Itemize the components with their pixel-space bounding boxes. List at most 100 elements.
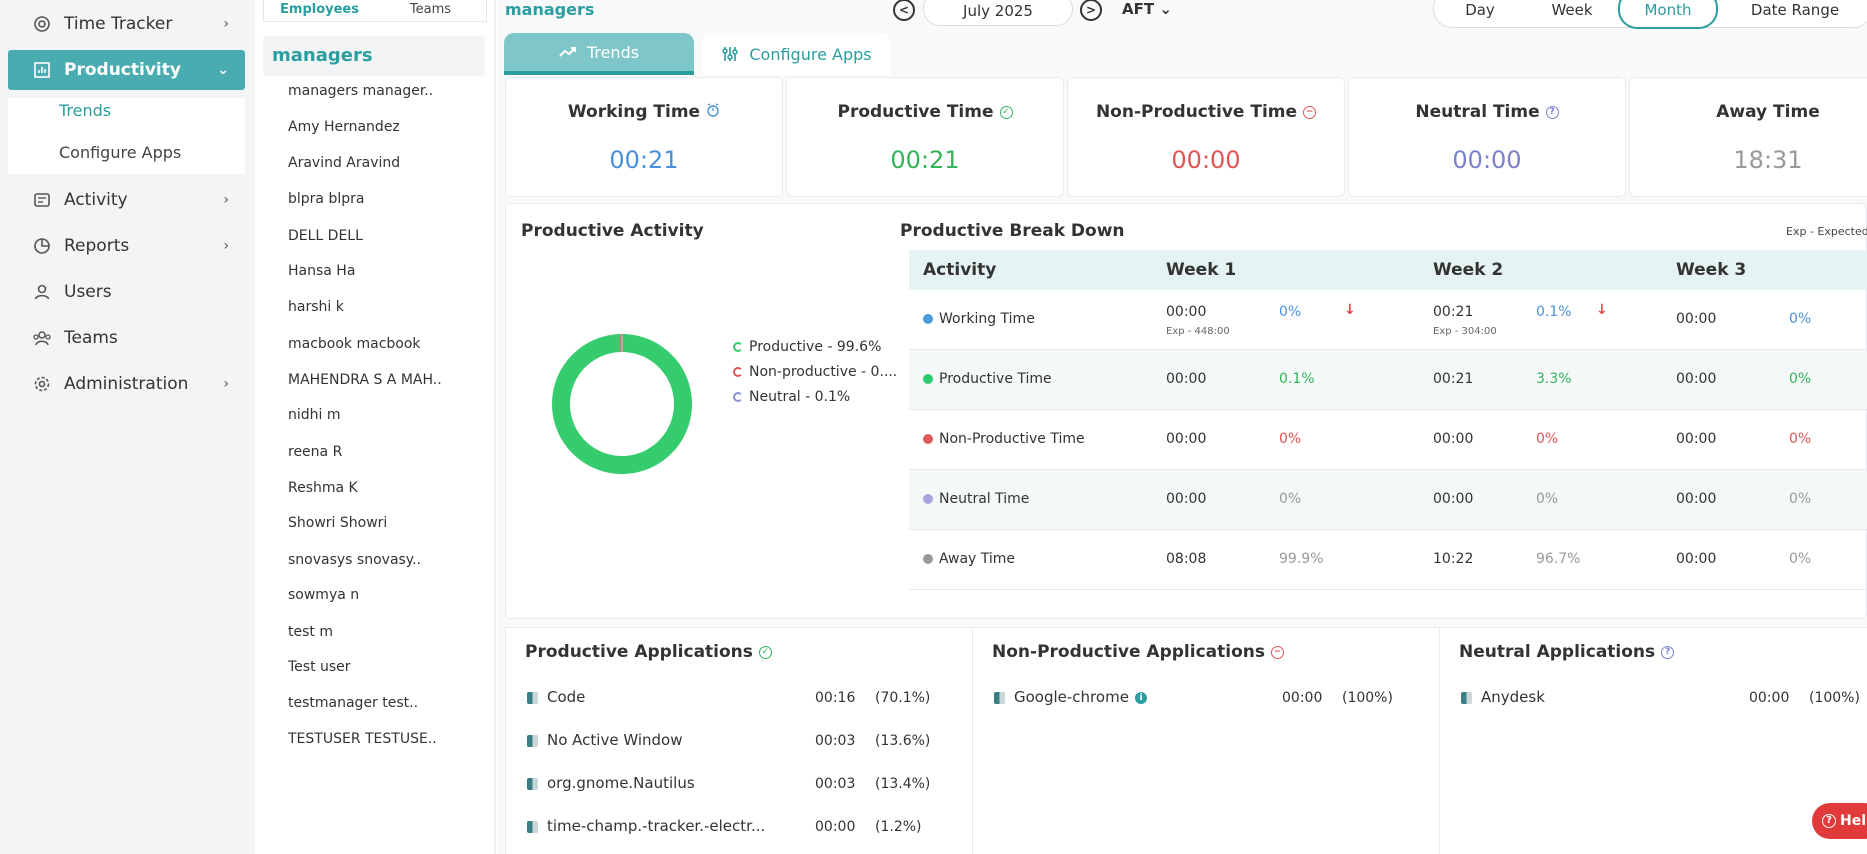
submenu-item-configure-apps[interactable]: Configure Apps (59, 143, 181, 162)
employee-list-item[interactable]: Amy Hernandez (288, 119, 400, 135)
tab-trends[interactable]: Trends (504, 33, 694, 75)
sidebar-item-teams[interactable]: Teams (8, 318, 245, 358)
help-label: Hel (1840, 813, 1867, 829)
week2-time: 00:00 (1433, 491, 1474, 507)
range-date-range-button[interactable]: Date Range (1718, 0, 1867, 27)
app-icon (1461, 692, 1472, 704)
sidebar-item-reports[interactable]: Reports › (8, 226, 245, 266)
week3-percent: 0% (1789, 491, 1812, 507)
activity-name: Neutral Time (923, 491, 1029, 507)
next-period-button[interactable]: > (1080, 0, 1102, 21)
week3-time: 00:00 (1676, 371, 1717, 387)
employee-list-item[interactable]: DELL DELL (288, 228, 363, 244)
employee-group-title[interactable]: managers (263, 36, 485, 76)
range-day-button[interactable]: Day (1434, 0, 1526, 27)
date-selector[interactable]: July 2025 (923, 0, 1073, 26)
tab-configure-apps[interactable]: Configure Apps (702, 33, 891, 75)
chevron-right-icon: › (223, 238, 229, 254)
week2-expected: Exp - 304:00 (1433, 326, 1497, 337)
week2-time: 00:00 (1433, 431, 1474, 447)
non-productive-apps-title: Non-Productive Applications − (992, 642, 1284, 662)
sidebar-item-time-tracker[interactable]: Time Tracker › (8, 4, 245, 44)
employee-tabs: Employees Teams (263, 0, 487, 22)
app-name: Code (547, 688, 586, 706)
user-icon (32, 282, 52, 302)
kpi-title: Neutral Time? (1349, 102, 1625, 122)
activity-name: Working Time (923, 311, 1035, 327)
employee-list-item[interactable]: test m (288, 624, 333, 640)
app-time: 00:00 (1282, 690, 1323, 706)
page-title: managers (505, 0, 595, 19)
employee-list-item[interactable]: sowmya n (288, 587, 359, 603)
productive-apps-title: Productive Applications ✓ (525, 642, 772, 662)
employee-panel: Employees Teams managers managers manage… (263, 0, 487, 854)
week3-percent: 0% (1789, 311, 1812, 327)
employee-list-item[interactable]: TESTUSER TESTUSE.. (288, 731, 437, 747)
help-button[interactable]: ? Hel (1812, 803, 1867, 839)
sidebar-item-productivity[interactable]: Productivity ⌄ (8, 50, 245, 90)
app-name: No Active Window (547, 731, 683, 749)
employee-list-item[interactable]: Hansa Ha (288, 263, 355, 279)
employee-list-item[interactable]: Aravind Aravind (288, 155, 400, 171)
employee-list-item[interactable]: Reshma K (288, 480, 358, 496)
panel-divider[interactable] (494, 0, 496, 854)
legend-neutral: Neutral - 0.1% (733, 389, 850, 405)
question-circle-icon: ? (1661, 645, 1675, 659)
app-icon (527, 821, 538, 833)
week1-percent: 0% (1279, 304, 1302, 320)
alarm-clock-icon (706, 102, 720, 122)
column-header: Activity (923, 260, 997, 280)
status-dot (923, 374, 933, 384)
trend-up-icon (559, 46, 577, 58)
range-month-button[interactable]: Month (1618, 0, 1718, 29)
tab-teams[interactable]: Teams (375, 0, 486, 21)
column-header: Week 2 (1433, 260, 1504, 280)
week1-percent: 0.1% (1279, 371, 1315, 387)
activity-name: Away Time (923, 551, 1015, 567)
kpi-productive-time: Productive Time ✓ 00:21 (786, 77, 1064, 197)
non-productive-apps-card: Non-Productive Applications − Google-chro… (972, 627, 1442, 854)
donut-slice-productive[interactable] (551, 334, 692, 474)
neutral-apps-title: Neutral Applications? (1459, 642, 1675, 662)
chevron-down-icon: ⌄ (1159, 0, 1172, 18)
status-dot (923, 434, 933, 444)
employee-list-item[interactable]: managers manager.. (288, 83, 433, 99)
timezone-dropdown[interactable]: AFT ⌄ (1122, 0, 1172, 18)
employee-list-item[interactable]: nidhi m (288, 407, 341, 423)
app-name: org.gnome.Nautilus (547, 774, 695, 792)
minus-circle-icon: − (1303, 105, 1317, 119)
table-header: Activity Week 1 Week 2 Week 3 (909, 250, 1867, 290)
chevron-right-icon: › (223, 16, 229, 32)
tab-label: Configure Apps (749, 44, 872, 64)
sidebar-item-users[interactable]: Users (8, 272, 245, 312)
prev-period-button[interactable]: < (893, 0, 915, 21)
table-row: Non-Productive Time 00:00 0% 00:00 0% 00:00 0% (909, 410, 1867, 470)
employee-list-item[interactable]: MAHENDRA S A MAH.. (288, 372, 442, 388)
activity-icon (32, 190, 52, 210)
kpi-value: 18:31 (1733, 146, 1803, 174)
employee-list-item[interactable]: reena R (288, 444, 342, 460)
table-row: Neutral Time 00:00 0% 00:00 0% 00:00 0% (909, 470, 1867, 530)
employee-list-item[interactable]: testmanager test.. (288, 695, 418, 711)
range-week-button[interactable]: Week (1526, 0, 1618, 27)
employee-list-item[interactable]: harshi k (288, 299, 344, 315)
tab-employees[interactable]: Employees (264, 0, 375, 21)
status-dot (923, 554, 933, 564)
neutral-apps-card: Neutral Applications? Anydesk 00:00 (100%) (1439, 627, 1867, 854)
app-percent: (13.4%) (875, 776, 931, 792)
employee-list-item[interactable]: snovasys snovasy.. (288, 552, 421, 568)
submenu-item-trends[interactable]: Trends (59, 101, 111, 120)
sidebar-item-administration[interactable]: Administration › (8, 364, 245, 404)
legend-ring-icon (733, 342, 743, 352)
employee-list-item[interactable]: Test user (288, 659, 351, 675)
employee-list-item[interactable]: macbook macbook (288, 336, 421, 352)
reports-pie-icon (32, 236, 52, 256)
kpi-non-productive-time: Non-Productive Time − 00:00 (1067, 77, 1345, 197)
employee-list-item[interactable]: Showri Showri (288, 515, 387, 531)
employee-list-item[interactable]: blpra blpra (288, 191, 364, 207)
sidebar-item-activity[interactable]: Activity › (8, 180, 245, 220)
chevron-right-icon: › (223, 192, 229, 208)
app-time: 00:03 (815, 733, 856, 749)
kpi-title: Non-Productive Time − (1068, 102, 1344, 122)
info-icon[interactable]: i (1135, 692, 1147, 704)
